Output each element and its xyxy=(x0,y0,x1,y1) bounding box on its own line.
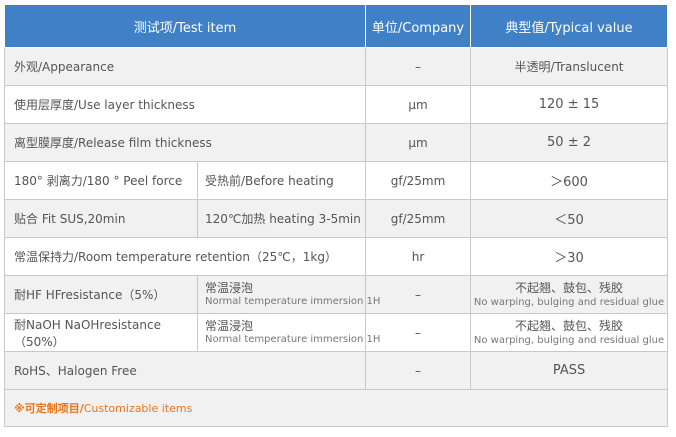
table-row: 180° 剥离力/180 ° Peel force 受热前/Before hea… xyxy=(4,161,669,200)
row-item: 180° 剥离力/180 ° Peel force xyxy=(4,161,198,200)
condition-zh: 常温浸泡 xyxy=(205,319,254,333)
spec-table: 测试项/Test item 单位/Company 典型值/Typical val… xyxy=(3,4,669,427)
row-condition: 常温浸泡 Normal temperature immersion 1H xyxy=(196,275,381,314)
row-value: ＜50 xyxy=(470,199,669,238)
condition-en: Normal temperature immersion 1H xyxy=(205,334,381,345)
header-test-item: 测试项/Test item xyxy=(3,4,367,48)
row-value: 不起翘、鼓包、残胶 No warping, bulging and residu… xyxy=(470,275,669,314)
row-item: 贴合 Fit SUS,20min xyxy=(4,199,198,238)
table-row: RoHS、Halogen Free – PASS xyxy=(3,351,669,390)
header-unit: 单位/Company xyxy=(365,4,472,48)
row-value: PASS xyxy=(470,351,669,390)
header-typical-value: 典型值/Typical value xyxy=(470,4,669,48)
table-row: 离型膜厚度/Release film thickness μm 50 ± 2 xyxy=(3,123,669,162)
row-item: 耐HF HFresistance（5%） xyxy=(4,275,198,314)
table-row: 外观/Appearance – 半透明/Translucent xyxy=(3,47,669,86)
row-item: 常温保持力/Room temperature retention（25℃，1kg… xyxy=(3,237,367,276)
row-condition: 受热前/Before heating xyxy=(196,161,367,200)
row-value: 半透明/Translucent xyxy=(470,47,669,86)
row-unit: hr xyxy=(365,237,472,276)
row-item: 使用层厚度/Use layer thickness xyxy=(3,85,367,124)
customizable-note: ※可定制项目/Customizable items xyxy=(3,389,669,427)
condition-zh: 常温浸泡 xyxy=(205,281,254,295)
row-value: ＞30 xyxy=(470,237,669,276)
row-condition: 120℃加热 heating 3-5min xyxy=(196,199,367,238)
row-unit: μm xyxy=(365,123,472,162)
row-unit: μm xyxy=(365,85,472,124)
table-row: 使用层厚度/Use layer thickness μm 120 ± 15 xyxy=(3,85,669,124)
row-item: RoHS、Halogen Free xyxy=(3,351,367,390)
customizable-note-en: Customizable items xyxy=(83,402,193,415)
value-zh: 不起翘、鼓包、残胶 xyxy=(515,280,624,295)
row-item: 耐NaOH NaOHresistance（50%） xyxy=(4,313,198,352)
value-zh: 不起翘、鼓包、残胶 xyxy=(515,318,624,333)
value-en: No warping, bulging and residual glue xyxy=(473,296,665,308)
row-unit: gf/25mm xyxy=(365,199,472,238)
row-unit: – xyxy=(365,47,472,86)
value-en: No warping, bulging and residual glue xyxy=(473,334,665,346)
row-value: 50 ± 2 xyxy=(470,123,669,162)
row-value: 不起翘、鼓包、残胶 No warping, bulging and residu… xyxy=(470,313,669,352)
row-unit: – xyxy=(365,275,472,314)
row-item: 外观/Appearance xyxy=(3,47,367,86)
row-unit: – xyxy=(365,313,472,352)
row-condition: 常温浸泡 Normal temperature immersion 1H xyxy=(196,313,381,352)
row-value: ＞600 xyxy=(470,161,669,200)
customizable-note-zh: ※可定制项目/ xyxy=(14,402,84,415)
row-item: 离型膜厚度/Release film thickness xyxy=(3,123,367,162)
header-row: 测试项/Test item 单位/Company 典型值/Typical val… xyxy=(3,4,669,48)
row-unit: – xyxy=(365,351,472,390)
table-row: 常温保持力/Room temperature retention（25℃，1kg… xyxy=(3,237,669,276)
footer-row: ※可定制项目/Customizable items xyxy=(3,389,669,427)
table-row: 耐HF HFresistance（5%） 常温浸泡 Normal tempera… xyxy=(4,275,669,314)
row-unit: gf/25mm xyxy=(365,161,472,200)
row-value: 120 ± 15 xyxy=(470,85,669,124)
table-row: 贴合 Fit SUS,20min 120℃加热 heating 3-5min g… xyxy=(4,199,669,238)
condition-en: Normal temperature immersion 1H xyxy=(205,296,381,307)
table-row: 耐NaOH NaOHresistance（50%） 常温浸泡 Normal te… xyxy=(4,313,669,352)
